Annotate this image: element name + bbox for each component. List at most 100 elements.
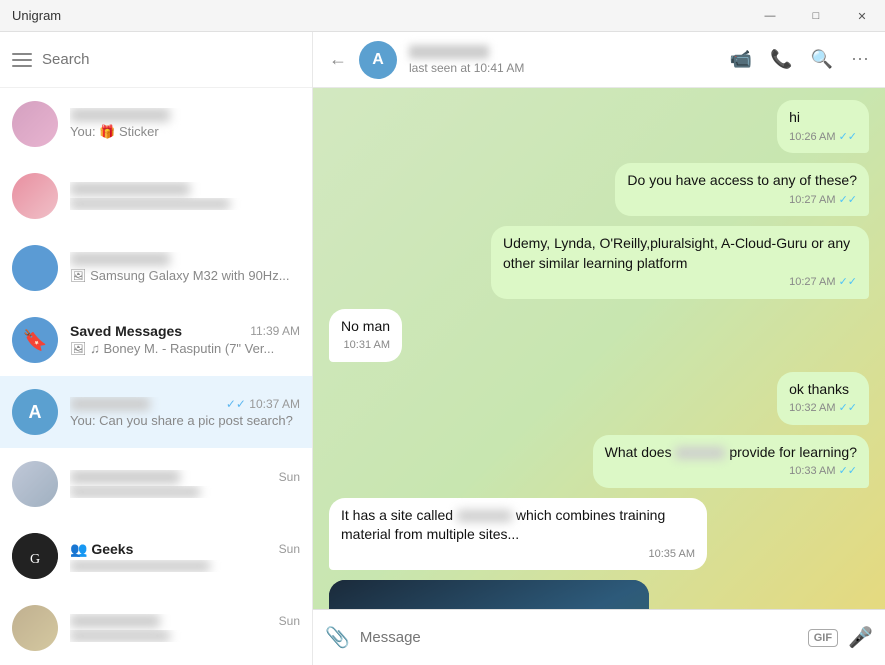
message-meta: 10:26 AM ✓✓ [789, 130, 857, 145]
avatar [12, 533, 58, 579]
chat-info [70, 182, 300, 210]
avatar [12, 101, 58, 147]
search-input[interactable] [42, 51, 300, 68]
search-wrap [42, 51, 300, 68]
titlebar: Unigram — □ ✕ [0, 0, 885, 32]
message-row: Udemy, Lynda, O'Reilly,pluralsight, A-Cl… [329, 226, 869, 299]
gif-message: GIF [329, 580, 649, 609]
message-bubble: hi 10:26 AM ✓✓ [777, 100, 869, 153]
microphone-icon[interactable]: 🎤 [848, 625, 873, 650]
close-button[interactable]: ✕ [839, 0, 885, 32]
chat-preview [70, 560, 300, 572]
more-options-icon[interactable]: ⋯ [851, 49, 869, 70]
avatar [12, 245, 58, 291]
message-text: ok thanks [789, 380, 857, 400]
chat-name: 👥 Geeks [70, 541, 133, 558]
list-item[interactable] [0, 160, 312, 232]
read-receipt: ✓✓ [839, 401, 857, 416]
chat-info: 👥 Geeks Sun [70, 541, 300, 572]
message-bubble: ok thanks 10:32 AM ✓✓ [777, 372, 869, 425]
chat-list: You: 🎁 Sticker [0, 88, 312, 665]
chat-header-actions: 📹 📞 🔍 ⋯ [730, 49, 869, 70]
avatar [12, 461, 58, 507]
message-text: Udemy, Lynda, O'Reilly,pluralsight, A-Cl… [503, 234, 857, 273]
chat-info: Saved Messages 11:39 AM 🖼 ♫ Boney M. - R… [70, 323, 300, 357]
chat-time: 11:39 AM [250, 324, 300, 338]
message-bubble: Do you have access to any of these? 10:2… [615, 163, 869, 216]
chat-info: ✓✓ 10:37 AM You: Can you share a pic pos… [70, 397, 300, 428]
app-body: You: 🎁 Sticker [0, 32, 885, 665]
list-item[interactable]: Sun [0, 448, 312, 520]
chat-time: Sun [279, 614, 300, 628]
message-meta: 10:31 AM [341, 338, 390, 353]
message-meta: 10:27 AM ✓✓ [503, 275, 857, 290]
read-receipt: ✓✓ [839, 275, 857, 290]
app-title: Unigram [12, 8, 61, 23]
message-bubble: It has a site called which combines trai… [329, 498, 707, 571]
message-text: No man [341, 317, 390, 337]
list-item[interactable]: You: 🎁 Sticker [0, 88, 312, 160]
contact-status: last seen at 10:41 AM [409, 61, 718, 75]
chat-header-info: last seen at 10:41 AM [409, 45, 718, 75]
chat-time: Sun [279, 470, 300, 484]
list-item[interactable]: 🖼 Samsung Galaxy M32 with 90Hz... [0, 232, 312, 304]
read-receipt: ✓✓ [839, 130, 857, 145]
chat-preview: 🖼 ♫ Boney M. - Rasputin (7" Ver... [70, 341, 300, 357]
message-time: 10:27 AM [789, 275, 835, 290]
attach-icon[interactable]: 📎 [325, 625, 350, 650]
back-button[interactable]: ← [329, 49, 347, 70]
chat-header-avatar: A [359, 41, 397, 79]
message-bubble: No man 10:31 AM [329, 309, 402, 362]
chat-info: Sun [70, 470, 300, 498]
list-item[interactable]: 👥 Geeks Sun [0, 520, 312, 592]
chat-preview: 🖼 Samsung Galaxy M32 with 90Hz... [70, 268, 300, 284]
message-text: hi [789, 108, 857, 128]
avatar: 🔖 [12, 317, 58, 363]
gif-button[interactable]: GIF [808, 629, 838, 647]
message-row: It has a site called which combines trai… [329, 498, 869, 571]
chat-info: Sun [70, 614, 300, 642]
list-item[interactable]: Sun [0, 592, 312, 664]
message-row: GIF [329, 580, 869, 609]
message-time: 10:31 AM [344, 338, 390, 353]
sidebar: You: 🎁 Sticker [0, 32, 313, 665]
chat-time: Sun [279, 542, 300, 556]
list-item[interactable]: A ✓✓ 10:37 AM You: Can you share a pic p… [0, 376, 312, 448]
phone-icon[interactable]: 📞 [770, 49, 792, 70]
contact-name [409, 45, 489, 59]
message-time: 10:26 AM [789, 130, 835, 145]
minimize-button[interactable]: — [747, 0, 793, 32]
hamburger-menu-button[interactable] [12, 53, 32, 67]
message-row: hi 10:26 AM ✓✓ [329, 100, 869, 153]
video-call-icon[interactable]: 📹 [730, 49, 752, 70]
read-receipt: ✓✓ [839, 193, 857, 208]
message-time: 10:35 AM [649, 547, 695, 562]
message-meta: 10:35 AM [341, 547, 695, 562]
gif-image [329, 580, 649, 609]
chat-area: ← A last seen at 10:41 AM 📹 📞 🔍 ⋯ hi 10:… [313, 32, 885, 665]
avatar [12, 605, 58, 651]
list-item[interactable]: 🔖 Saved Messages 11:39 AM 🖼 ♫ Boney M. -… [0, 304, 312, 376]
message-time: 10:33 AM [789, 464, 835, 479]
chat-preview [70, 630, 300, 642]
chat-time: ✓✓ 10:37 AM [226, 397, 300, 411]
message-row: No man 10:31 AM [329, 309, 869, 362]
read-receipt: ✓✓ [839, 464, 857, 479]
input-area: 📎 GIF 🎤 [313, 609, 885, 665]
chat-name: Saved Messages [70, 323, 182, 339]
maximize-button[interactable]: □ [793, 0, 839, 32]
chat-info: You: 🎁 Sticker [70, 108, 300, 140]
sidebar-header [0, 32, 312, 88]
message-input[interactable] [360, 629, 798, 646]
avatar [12, 173, 58, 219]
chat-name [70, 614, 160, 628]
chat-name [70, 470, 180, 484]
chat-name [70, 397, 150, 411]
search-icon[interactable]: 🔍 [811, 49, 833, 70]
message-text: It has a site called which combines trai… [341, 506, 695, 545]
chat-header: ← A last seen at 10:41 AM 📹 📞 🔍 ⋯ [313, 32, 885, 88]
message-bubble: What does provide for learning? 10:33 AM… [593, 435, 869, 488]
message-text: Do you have access to any of these? [627, 171, 857, 191]
message-time: 10:32 AM [789, 401, 835, 416]
window-controls: — □ ✕ [747, 0, 885, 32]
